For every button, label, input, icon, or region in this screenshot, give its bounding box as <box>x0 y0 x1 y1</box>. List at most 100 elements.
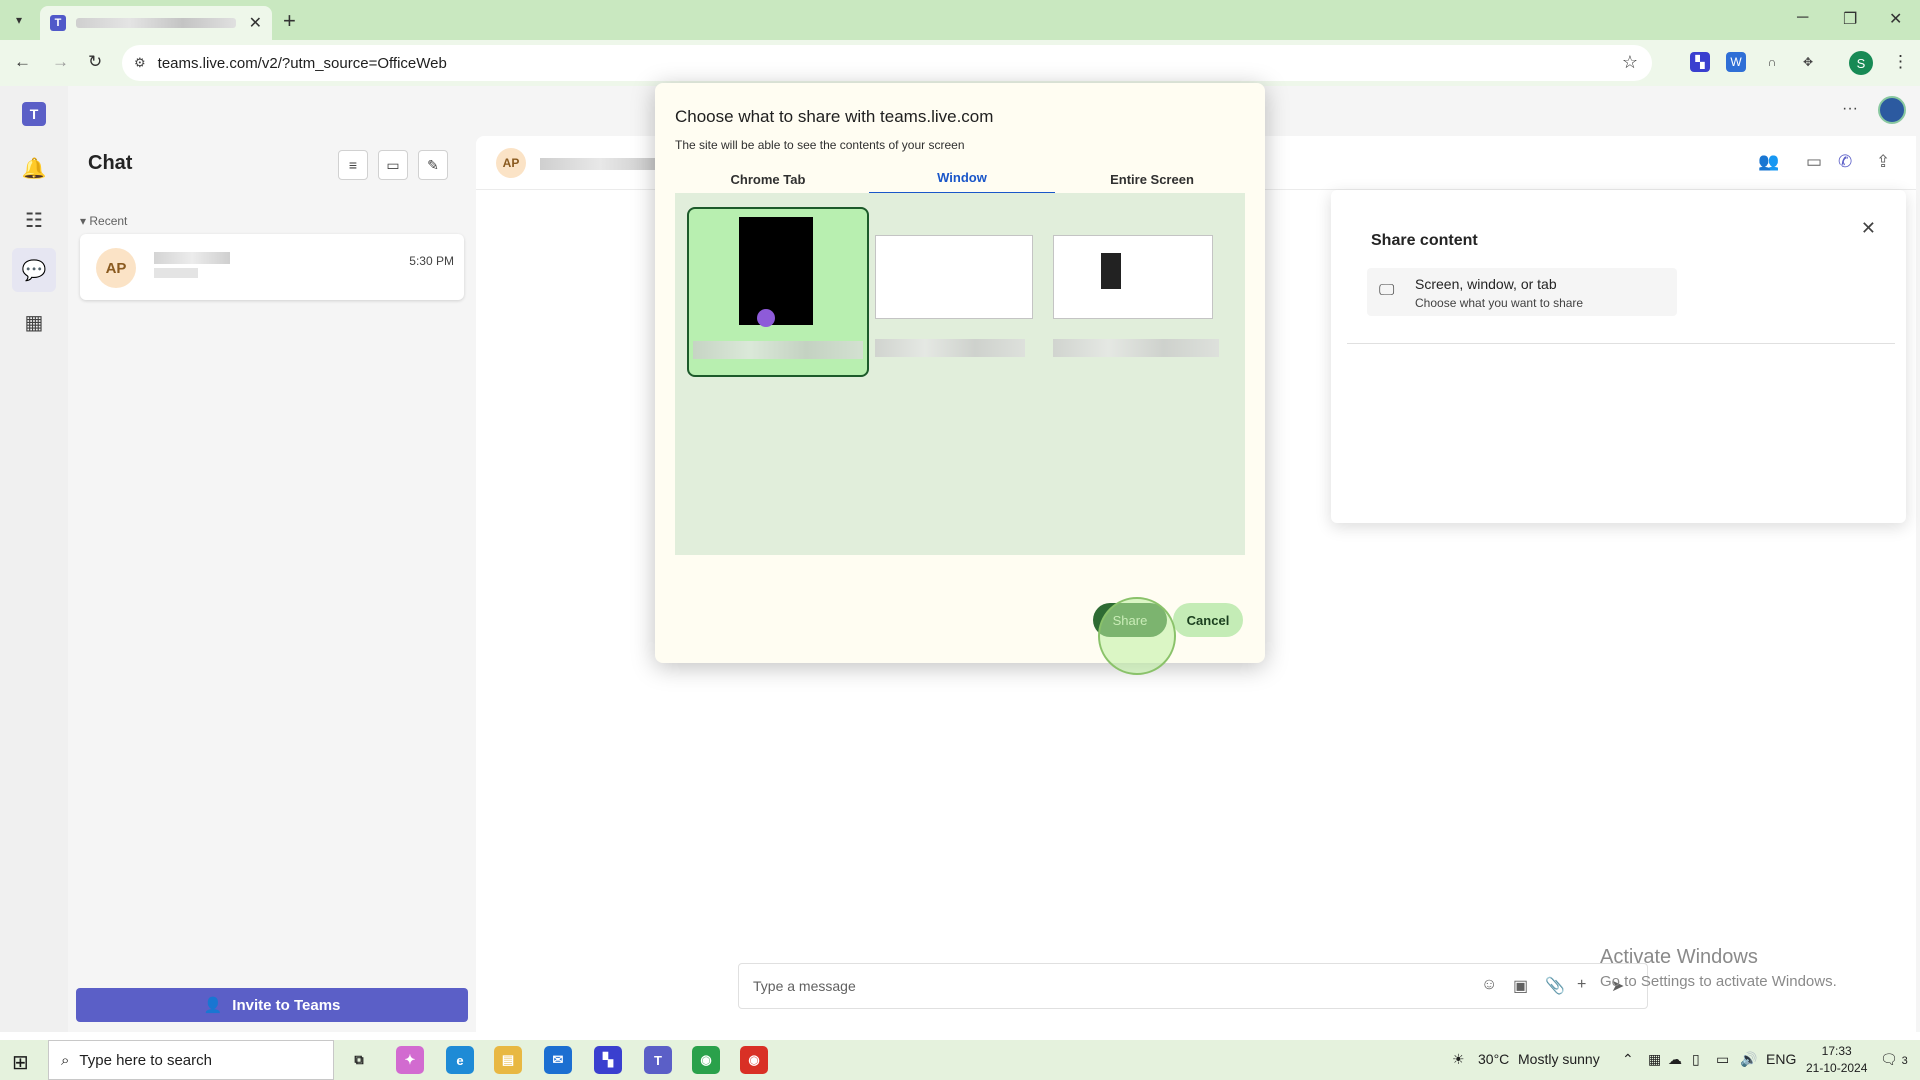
new-tab-button[interactable]: + <box>283 8 296 34</box>
window-thumbnail-selected[interactable] <box>687 207 869 377</box>
taskbar-clock[interactable]: 17:33 21-10-2024 <box>1806 1043 1867 1077</box>
app-rail: T 🔔 ☷ 💬 ▦ <box>0 86 68 1032</box>
forward-icon[interactable]: → <box>52 52 69 72</box>
extension-planner-icon[interactable]: ▚ <box>1690 52 1710 72</box>
filter-icon[interactable]: ≡ <box>338 150 368 180</box>
windows-start-icon[interactable]: ⊞ <box>12 1050 29 1075</box>
chrome-icon[interactable]: ◉ <box>740 1046 768 1074</box>
restore-icon[interactable]: ❐ <box>1843 9 1857 29</box>
extension-arc-icon[interactable]: ∩ <box>1762 52 1782 72</box>
teams-taskbar-icon[interactable]: T <box>644 1046 672 1074</box>
tray-chevron-icon[interactable]: ⌃ <box>1622 1051 1634 1068</box>
chat-pane-title: Chat <box>88 152 133 174</box>
battery-icon[interactable]: ▯ <box>1692 1051 1700 1068</box>
chrome-profile-icon[interactable]: ◉ <box>692 1046 720 1074</box>
browser-menu-icon[interactable]: ⋮ <box>1892 52 1909 72</box>
video-call-icon[interactable]: ▭ <box>1806 152 1822 172</box>
tab-title-redacted <box>76 18 236 28</box>
tab-chrome-tab[interactable]: Chrome Tab <box>675 163 861 195</box>
tray-teams-icon[interactable]: ▦ <box>1648 1051 1661 1068</box>
cancel-button[interactable]: Cancel <box>1173 603 1243 637</box>
browser-tab-teams[interactable]: T ✕ <box>40 6 272 40</box>
planner-icon[interactable]: ▚ <box>594 1046 622 1074</box>
user-avatar[interactable] <box>1878 96 1906 124</box>
click-indicator <box>1098 597 1176 675</box>
tab-search-icon[interactable]: ▾ <box>8 9 30 31</box>
tab-window[interactable]: Window <box>869 163 1055 195</box>
chat-preview-redacted <box>154 268 198 278</box>
window-thumbnail[interactable] <box>875 207 1057 377</box>
recent-section-label[interactable]: ▾ Recent <box>80 214 127 228</box>
communities-icon[interactable]: ☷ <box>12 198 56 242</box>
volume-icon[interactable]: 🔊 <box>1740 1051 1757 1068</box>
teams-logo-icon: T <box>22 102 46 126</box>
language-indicator[interactable]: ENG <box>1766 1051 1796 1067</box>
activate-windows-title: Activate Windows <box>1600 946 1758 968</box>
browser-toolbar: ← → ↻ ⚙ teams.live.com/v2/?utm_source=Of… <box>0 40 1920 86</box>
address-url: teams.live.com/v2/?utm_source=OfficeWeb <box>157 54 447 72</box>
address-bar[interactable]: ⚙ teams.live.com/v2/?utm_source=OfficeWe… <box>122 45 1652 81</box>
chat-name-redacted <box>154 252 230 264</box>
audio-call-icon[interactable]: ✆ <box>1838 152 1852 172</box>
chat-icon[interactable]: 💬 <box>12 248 56 292</box>
calendar-icon[interactable]: ▦ <box>12 300 56 344</box>
bookmark-star-icon[interactable]: ☆ <box>1622 52 1638 73</box>
share-content-panel: Share content ✕ 🖵 Screen, window, or tab… <box>1331 190 1906 523</box>
file-explorer-icon[interactable]: ▤ <box>494 1046 522 1074</box>
close-window-icon[interactable]: ✕ <box>1889 9 1902 29</box>
add-people-icon[interactable]: 👥 <box>1758 152 1779 172</box>
more-options-icon[interactable]: ··· <box>1842 100 1858 118</box>
weather-text[interactable]: Mostly sunny <box>1518 1051 1600 1067</box>
extension-word-icon[interactable]: W <box>1726 52 1746 72</box>
add-person-icon: 👤 <box>203 997 223 1014</box>
new-chat-icon[interactable]: ✎ <box>418 150 448 180</box>
tab-entire-screen[interactable]: Entire Screen <box>1059 163 1245 195</box>
share-screen-option[interactable]: 🖵 Screen, window, or tab Choose what you… <box>1367 268 1677 316</box>
notification-count: 3 <box>1901 1055 1908 1067</box>
window-preview <box>875 235 1033 319</box>
share-option-subtitle: Choose what you want to share <box>1415 296 1584 310</box>
clock-date: 21-10-2024 <box>1806 1061 1868 1075</box>
edge-icon[interactable]: e <box>446 1046 474 1074</box>
close-icon[interactable]: ✕ <box>1861 218 1876 239</box>
network-icon[interactable]: ▭ <box>1716 1051 1729 1068</box>
activate-windows-watermark: Activate Windows Go to Settings to activ… <box>1600 946 1837 990</box>
dialog-subtitle: The site will be able to see the content… <box>675 138 965 152</box>
extensions-puzzle-icon[interactable]: ✥ <box>1798 52 1818 72</box>
conversation-avatar: AP <box>496 148 526 178</box>
message-input-placeholder[interactable]: Type a message <box>753 978 856 994</box>
recorder-icon <box>757 309 775 327</box>
search-icon: ⌕ <box>61 1051 70 1069</box>
weather-temp[interactable]: 30°C <box>1478 1051 1509 1067</box>
chat-list-item[interactable]: AP 5:30 PM <box>80 234 464 300</box>
chat-list-pane: Chat ≡ ▭ ✎ ▾ Recent AP 5:30 PM 👤 Invite … <box>68 132 474 1032</box>
profile-avatar[interactable]: S <box>1849 51 1873 75</box>
task-view-icon[interactable]: ⧉ <box>345 1046 373 1074</box>
window-preview-dark-block <box>1101 253 1121 289</box>
copilot-icon[interactable]: ✦ <box>396 1046 424 1074</box>
attach-icon[interactable]: 📎 <box>1545 976 1565 996</box>
tab-close-icon[interactable]: ✕ <box>249 13 262 33</box>
onedrive-icon[interactable]: ☁ <box>1668 1051 1682 1068</box>
invite-to-teams-button[interactable]: 👤 Invite to Teams <box>76 988 468 1022</box>
taskbar-search-box[interactable]: ⌕ Type here to search <box>48 1040 334 1080</box>
windows-taskbar: ⊞ ⌕ Type here to search ⧉ ✦ e ▤ ✉ ▚ T ◉ … <box>0 1040 1920 1080</box>
meet-now-video-icon[interactable]: ▭ <box>378 150 408 180</box>
plus-icon[interactable]: + <box>1577 976 1586 994</box>
message-composer[interactable]: Type a message ☺ ▣ 📎 + ➤ <box>738 963 1648 1009</box>
chat-time: 5:30 PM <box>409 254 454 268</box>
window-thumbnail[interactable] <box>1053 207 1235 377</box>
minimize-icon[interactable]: ─ <box>1797 9 1808 27</box>
activity-bell-icon[interactable]: 🔔 <box>12 146 56 190</box>
window-preview <box>1053 235 1213 319</box>
notification-center[interactable]: 🗨 3 <box>1880 1051 1908 1068</box>
reload-icon[interactable]: ↻ <box>88 52 102 72</box>
monitor-icon: 🖵 <box>1379 282 1395 299</box>
teams-favicon-icon: T <box>50 15 66 31</box>
mail-icon[interactable]: ✉ <box>544 1046 572 1074</box>
back-icon[interactable]: ← <box>14 52 31 72</box>
share-screen-icon[interactable]: ⇪ <box>1876 152 1890 172</box>
emoji-icon[interactable]: ☺ <box>1481 976 1497 994</box>
image-icon[interactable]: ▣ <box>1513 976 1528 996</box>
site-info-icon[interactable]: ⚙ <box>134 55 146 71</box>
